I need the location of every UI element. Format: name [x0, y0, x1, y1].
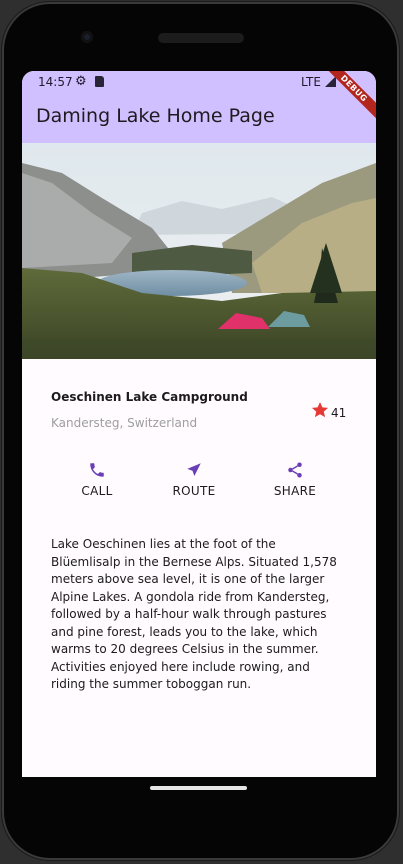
place-name: Oeschinen Lake Campground [51, 390, 248, 404]
share-icon [288, 462, 302, 478]
network-type: LTE [301, 75, 321, 89]
route-label: ROUTE [172, 484, 216, 498]
home-gesture-bar[interactable] [150, 786, 247, 790]
place-location: Kandersteg, Switzerland [51, 416, 198, 430]
signal-icon [325, 76, 336, 87]
app-bar: Daming Lake Home Page [22, 93, 376, 143]
call-button[interactable]: CALL [62, 461, 132, 498]
settings-gear-icon: ⚙ [75, 74, 87, 89]
star-icon [311, 402, 329, 418]
earpiece-speaker [158, 33, 244, 43]
status-time: 14:57 [38, 75, 73, 89]
lake-photo [22, 143, 376, 359]
navigation-arrow-icon [187, 463, 201, 476]
system-nav-bar [22, 777, 376, 811]
phone-icon [90, 463, 104, 477]
route-button[interactable]: ROUTE [159, 461, 229, 498]
place-description: Lake Oeschinen lies at the foot of the B… [51, 537, 337, 691]
call-label: CALL [81, 484, 113, 498]
rating-count: 41 [331, 406, 347, 420]
action-row: CALL ROUTE SHARE [22, 461, 376, 521]
page-title: Daming Lake Home Page [36, 105, 275, 127]
share-button[interactable]: SHARE [260, 461, 330, 498]
status-bar: 14:57 ⚙ LTE [22, 71, 376, 93]
front-camera [81, 31, 93, 43]
app-screen: 14:57 ⚙ LTE Daming Lake Home Page DEBUG [22, 71, 376, 777]
sim-card-icon [95, 76, 104, 87]
share-label: SHARE [273, 484, 317, 498]
